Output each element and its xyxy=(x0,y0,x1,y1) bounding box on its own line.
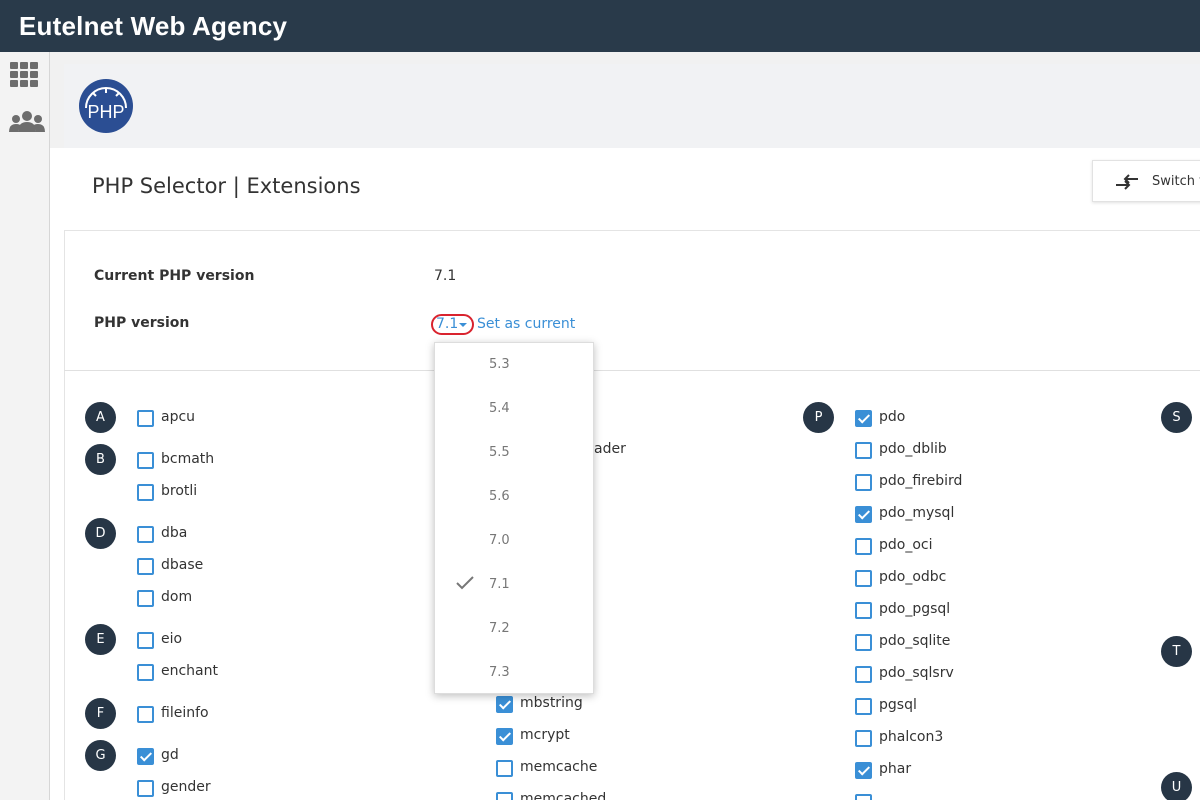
letter-badge: P xyxy=(803,402,834,433)
switch-arrows-icon xyxy=(1116,174,1138,190)
version-option[interactable]: 5.6 xyxy=(435,475,593,519)
current-version-value: 7.1 xyxy=(434,268,457,284)
extension-checkbox[interactable] xyxy=(137,452,154,469)
extension-checkbox[interactable] xyxy=(855,442,872,459)
php-logo-icon: PHP xyxy=(79,79,133,133)
caret-down-icon xyxy=(459,323,467,327)
extension-checkbox[interactable] xyxy=(855,538,872,555)
left-sidebar xyxy=(0,52,50,800)
extension-checkbox[interactable] xyxy=(496,760,513,777)
extensions-panel xyxy=(64,230,1200,800)
extension-checkbox[interactable] xyxy=(137,590,154,607)
extension-checkbox[interactable] xyxy=(855,474,872,491)
extension-checkbox[interactable] xyxy=(855,666,872,683)
brand-title[interactable]: Eutelnet Web Agency xyxy=(19,11,287,42)
extension-checkbox[interactable] xyxy=(137,526,154,543)
users-icon[interactable] xyxy=(8,110,45,144)
letter-badge: A xyxy=(85,402,116,433)
extension-checkbox[interactable] xyxy=(137,484,154,501)
extension-checkbox[interactable] xyxy=(496,728,513,745)
letter-badge: T xyxy=(1161,636,1192,667)
extension-checkbox[interactable] xyxy=(496,696,513,713)
extension-checkbox[interactable] xyxy=(855,506,872,523)
letter-badge: F xyxy=(85,698,116,729)
extension-checkbox[interactable] xyxy=(137,780,154,797)
version-option[interactable]: 5.5 xyxy=(435,431,593,475)
version-option[interactable]: 7.0 xyxy=(435,519,593,563)
extension-checkbox[interactable] xyxy=(496,792,513,800)
extension-checkbox[interactable] xyxy=(137,706,154,723)
letter-badge: G xyxy=(85,740,116,771)
extension-checkbox[interactable] xyxy=(855,570,872,587)
switch-button-label: Switch t xyxy=(1152,174,1200,189)
version-dropdown: 5.3 5.4 5.5 5.6 7.0 7.1 7.2 7.3 xyxy=(434,342,594,694)
letter-badge: B xyxy=(85,444,116,475)
extension-checkbox[interactable] xyxy=(855,410,872,427)
extension-checkbox[interactable] xyxy=(855,794,872,800)
extension-checkbox[interactable] xyxy=(855,730,872,747)
svg-text:PHP: PHP xyxy=(87,102,124,122)
page-title: PHP Selector | Extensions xyxy=(92,174,361,198)
extension-checkbox[interactable] xyxy=(137,664,154,681)
extension-checkbox[interactable] xyxy=(855,602,872,619)
extension-checkbox[interactable] xyxy=(855,762,872,779)
logo-band: PHP xyxy=(64,64,1200,148)
version-option[interactable]: 5.3 xyxy=(435,343,593,387)
version-select-toggle[interactable]: 7.1 xyxy=(431,314,474,335)
set-as-current-link[interactable]: Set as current xyxy=(477,316,575,332)
extension-checkbox[interactable] xyxy=(855,698,872,715)
check-icon xyxy=(456,576,474,590)
version-option-selected[interactable]: 7.1 xyxy=(435,563,593,607)
extension-checkbox[interactable] xyxy=(855,634,872,651)
letter-badge: E xyxy=(85,624,116,655)
version-option[interactable]: 7.2 xyxy=(435,607,593,651)
version-select-value: 7.1 xyxy=(436,316,459,332)
version-option[interactable]: 7.3 xyxy=(435,651,593,695)
letter-badge: S xyxy=(1161,402,1192,433)
version-option[interactable]: 5.4 xyxy=(435,387,593,431)
grid-icon[interactable] xyxy=(8,60,44,94)
extension-checkbox[interactable] xyxy=(137,558,154,575)
letter-badge: U xyxy=(1161,772,1192,800)
panel-divider xyxy=(64,370,1200,371)
current-version-label: Current PHP version xyxy=(94,268,255,284)
php-version-label: PHP version xyxy=(94,315,190,331)
extension-checkbox[interactable] xyxy=(137,632,154,649)
extension-checkbox[interactable] xyxy=(137,410,154,427)
switch-button[interactable]: Switch t xyxy=(1092,160,1200,202)
top-bar: Eutelnet Web Agency xyxy=(0,0,1200,52)
letter-badge: D xyxy=(85,518,116,549)
extension-checkbox[interactable] xyxy=(137,748,154,765)
